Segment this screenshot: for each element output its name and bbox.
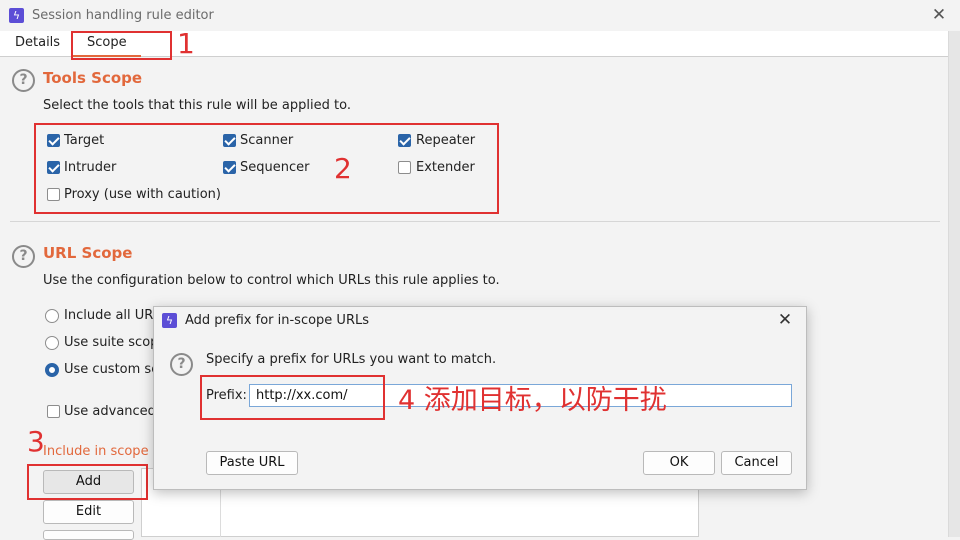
app-lightning-icon: ϟ	[9, 8, 24, 23]
suite-scope-radio[interactable]	[45, 336, 59, 350]
dialog-title: Add prefix for in-scope URLs	[185, 313, 369, 328]
dialog-lightning-icon: ϟ	[162, 313, 177, 328]
include-all-radio[interactable]	[45, 309, 59, 323]
annotation-text-4: 4 添加目标，以防干扰	[398, 385, 667, 416]
advanced-label: Use advanced	[64, 404, 156, 419]
annotation-box-1	[71, 31, 172, 60]
edit-button[interactable]: Edit	[43, 500, 134, 524]
window-title: Session handling rule editor	[32, 8, 214, 23]
window-close-icon[interactable]: ✕	[929, 5, 949, 25]
dialog-close-icon[interactable]: ✕	[775, 310, 795, 330]
dialog-prompt: Specify a prefix for URLs you want to ma…	[206, 352, 497, 367]
url-scope-title: URL Scope	[43, 244, 133, 262]
ok-button[interactable]: OK	[643, 451, 715, 475]
url-help-icon[interactable]: ?	[12, 245, 35, 268]
annotation-number-2: 2	[334, 152, 352, 185]
tools-scope-description: Select the tools that this rule will be …	[43, 98, 351, 113]
annotation-box-2	[34, 123, 499, 214]
advanced-checkbox[interactable]	[47, 405, 60, 418]
annotation-number-1: 1	[177, 27, 195, 60]
cancel-button[interactable]: Cancel	[721, 451, 792, 475]
annotation-number-3: 3	[27, 425, 45, 458]
custom-scope-radio[interactable]	[45, 363, 59, 377]
include-in-scope-label: Include in scope	[43, 444, 149, 459]
tab-details[interactable]: Details	[1, 31, 74, 57]
url-scope-description: Use the configuration below to control w…	[43, 273, 500, 288]
include-all-label: Include all URL	[64, 308, 161, 323]
custom-scope-label: Use custom sc	[64, 362, 159, 377]
vertical-scrollbar[interactable]	[948, 31, 960, 537]
paste-url-button[interactable]: Paste URL	[206, 451, 298, 475]
tools-scope-title: Tools Scope	[43, 69, 143, 87]
suite-scope-label: Use suite scop	[64, 335, 159, 350]
dialog-help-icon[interactable]: ?	[170, 353, 193, 376]
annotation-box-4	[200, 375, 385, 420]
remove-button[interactable]	[43, 530, 134, 540]
annotation-box-3	[27, 464, 148, 500]
tools-help-icon[interactable]: ?	[12, 69, 35, 92]
section-divider	[10, 221, 940, 222]
